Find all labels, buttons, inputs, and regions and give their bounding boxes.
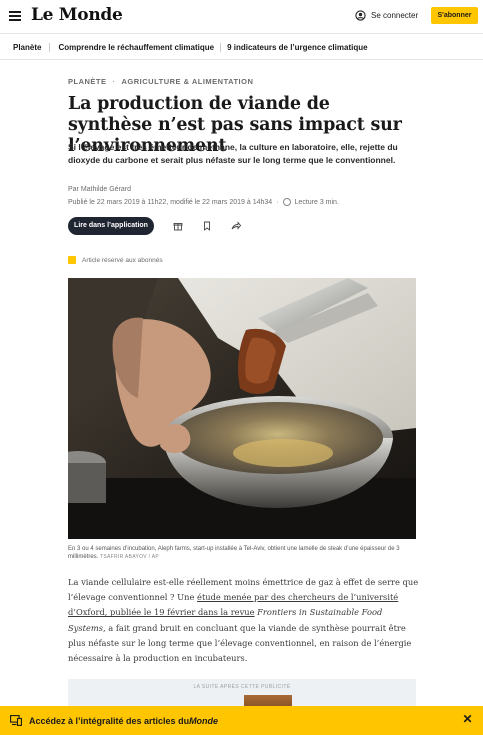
subscriber-notice: Article réservé aux abonnés [68,256,163,264]
breadcrumb-separator: · [112,77,116,86]
nav-item-indicateurs[interactable]: 9 indicateurs de l’urgence climatique [221,43,374,52]
reading-time: Lecture 3 min. [294,198,339,206]
article-meta: Publié le 22 mars 2019 à 11h22, modifié … [68,198,339,206]
site-logo[interactable]: Le Monde [31,5,123,25]
ad-label: LA SUITE APRÈS CETTE PUBLICITÉ [193,684,291,690]
breadcrumb-agriculture[interactable]: Agriculture & alimentation [122,77,254,86]
clock-icon [282,198,291,206]
article-photo [68,278,416,539]
gift-icon[interactable] [173,221,183,231]
banner-brand: Monde [189,715,219,726]
subscriber-badge-icon [68,256,76,264]
subscribe-banner[interactable]: Accédez à l’intégralité des articles du … [0,706,483,735]
menu-icon[interactable] [9,11,21,21]
login-button[interactable]: Se connecter [355,10,418,21]
banner-text: Accédez à l’intégralité des articles du [29,715,190,726]
section-nav: Planète Comprendre le réchauffement clim… [0,35,483,60]
nav-item-rechauffement[interactable]: Comprendre le réchauffement climatique [50,42,222,52]
photo-illustration [68,278,416,539]
meta-separator: · [276,198,279,206]
article-author[interactable]: Par Mathilde Gérard [68,186,131,193]
site-header: Le Monde Se connecter S'abonner [0,0,483,34]
article-lede: Si l’élevage est très émetteur de méthan… [68,142,398,165]
devices-icon [10,715,22,726]
body-rest: , a fait grand bruit en concluant que la… [68,622,412,664]
article-actions: Lire dans l’application [68,217,241,235]
user-icon [355,10,366,21]
login-label: Se connecter [371,11,419,20]
breadcrumb: Planète · Agriculture & alimentation [68,77,253,86]
subscribe-button[interactable]: S'abonner [431,7,478,24]
open-in-app-button[interactable]: Lire dans l’application [68,217,154,235]
share-icon[interactable] [231,221,241,231]
subscriber-label: Article réservé aux abonnés [82,256,163,264]
close-icon[interactable]: ✕ [462,713,473,725]
bookmark-icon[interactable] [202,221,212,231]
breadcrumb-planete[interactable]: Planète [68,77,107,86]
photo-caption: En 3 ou 4 semaines d’incubation, Aleph f… [68,545,418,561]
article-body: La viande cellulaire est-elle réellement… [68,575,420,666]
nav-item-planete[interactable]: Planète [0,42,51,52]
publication-date: Publié le 22 mars 2019 à 11h22, modifié … [68,198,273,206]
photo-credit: TSAFRIR ABAYOV / AP [100,554,159,560]
